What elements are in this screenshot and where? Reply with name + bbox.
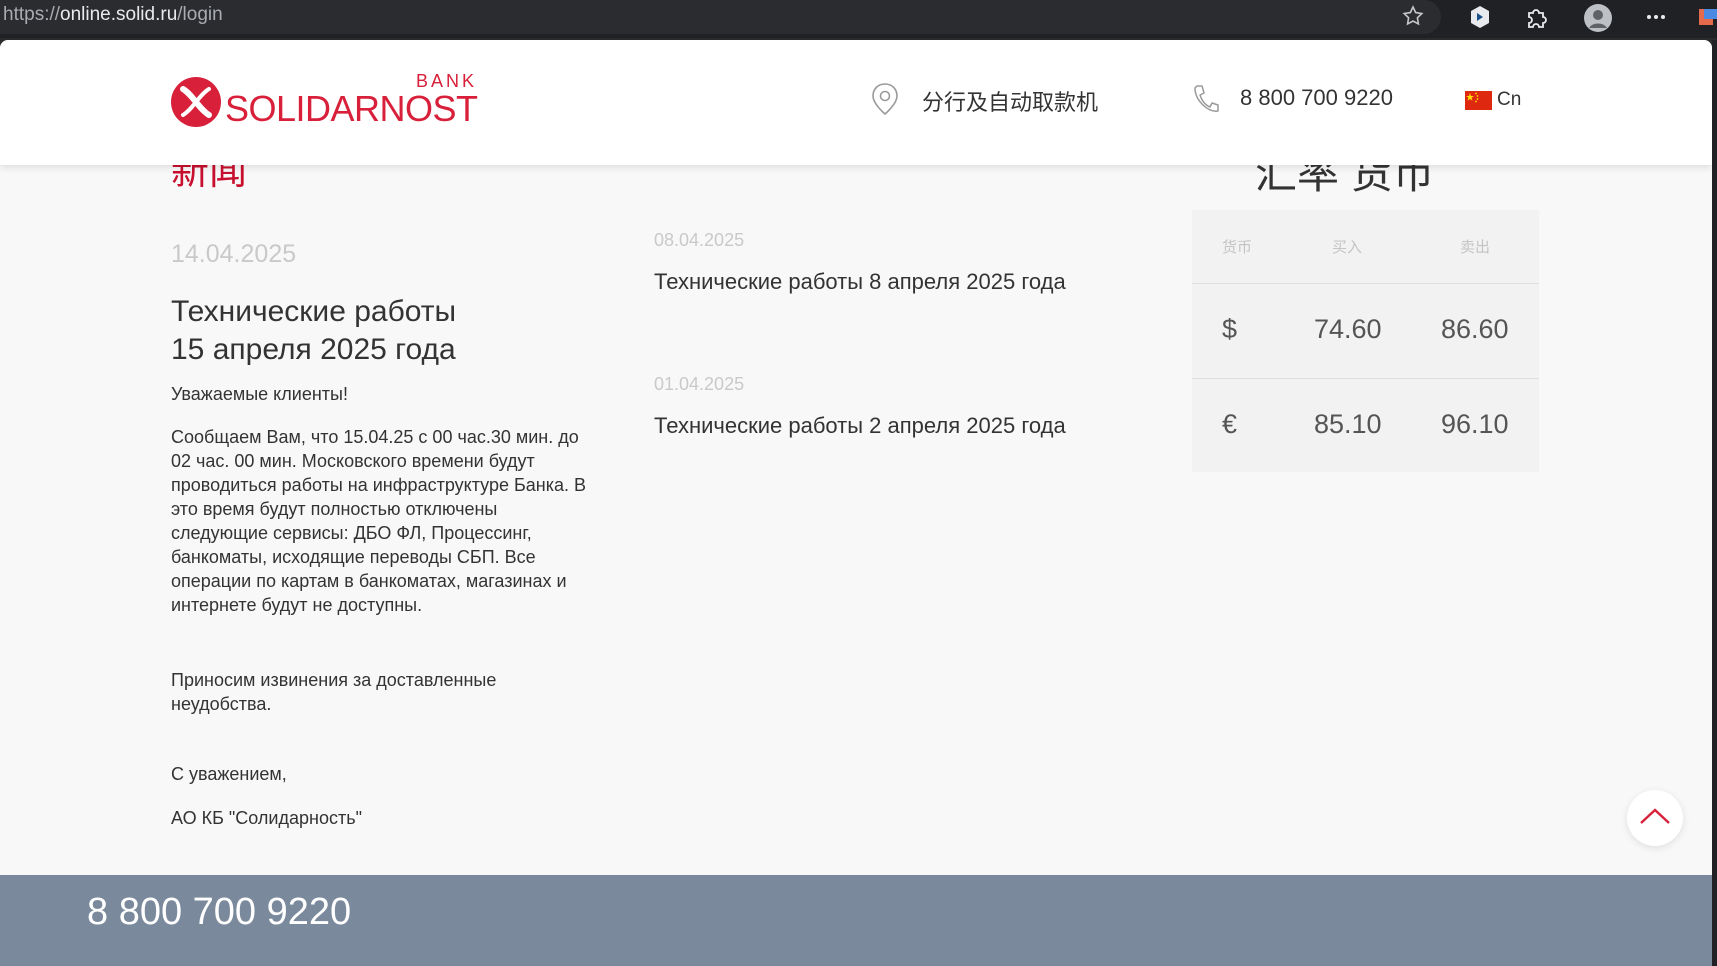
news-greeting: Уважаемые клиенты!	[171, 384, 348, 404]
web-page: BANK SOLIDARNOST 分行及自动取款机 8 800 700 9220…	[0, 40, 1712, 966]
phone-icon	[1194, 85, 1219, 112]
site-header: BANK SOLIDARNOST 分行及自动取款机 8 800 700 9220…	[0, 40, 1712, 165]
logo-name-text: SOLIDARNOST	[225, 88, 478, 129]
url-text[interactable]: https://online.solid.ru/login	[3, 4, 223, 26]
window-edge	[1712, 40, 1717, 966]
star-icon[interactable]	[1401, 4, 1425, 28]
copilot-icon[interactable]	[1695, 3, 1717, 31]
currency-symbol: $	[1222, 314, 1238, 344]
bank-logo[interactable]: BANK SOLIDARNOST	[171, 71, 491, 131]
address-bar[interactable]: https://online.solid.ru/login	[0, 0, 1441, 34]
main-news-date: 14.04.2025	[171, 240, 297, 268]
header-phone[interactable]: 8 800 700 9220	[1240, 85, 1393, 111]
browser-toolbar: https://online.solid.ru/login	[0, 0, 1717, 38]
chevron-up-icon	[1640, 808, 1670, 824]
news-item-date: 08.04.2025	[654, 230, 745, 250]
puzzle-icon[interactable]	[1522, 3, 1550, 31]
column-currency: 货币	[1222, 239, 1253, 256]
china-flag-icon[interactable]	[1465, 91, 1492, 110]
table-row: € 85.10 96.10	[1192, 379, 1539, 473]
profile-icon[interactable]	[1583, 3, 1613, 33]
rates-table-header: 货币 买入 卖出	[1192, 210, 1539, 284]
news-item-title[interactable]: Технические работы 2 апреля 2025 года	[654, 411, 1074, 440]
sell-rate: 96.10	[1441, 409, 1509, 439]
sell-rate: 86.60	[1441, 314, 1509, 344]
scroll-to-top-button[interactable]	[1627, 790, 1683, 846]
news-signature: АО КБ "Солидарность"	[171, 808, 362, 828]
buy-rate: 74.60	[1314, 314, 1382, 344]
news-apology: Приносим извинения за доставленные неудо…	[171, 670, 497, 714]
table-row: $ 74.60 86.60	[1192, 284, 1539, 379]
news-paragraph: Сообщаем Вам, что 15.04.25 с 00 час.30 м…	[171, 427, 587, 615]
news-regards: С уважением,	[171, 764, 287, 784]
logo-mark-icon	[171, 77, 221, 127]
column-sell: 卖出	[1460, 239, 1491, 256]
currency-symbol: €	[1222, 409, 1238, 439]
column-buy: 买入	[1332, 239, 1363, 256]
branches-atm-link[interactable]: 分行及自动取款机	[922, 85, 1098, 117]
location-pin-icon	[872, 83, 898, 116]
extension-icon[interactable]	[1466, 3, 1494, 31]
site-footer: 8 800 700 9220	[0, 875, 1712, 966]
news-item-title[interactable]: Технические работы 8 апреля 2025 года	[654, 267, 1074, 296]
buy-rate: 85.10	[1314, 409, 1382, 439]
exchange-rates-table: 货币 买入 卖出 $ 74.60 86.60 € 85.10 96.10	[1192, 210, 1539, 472]
news-item-date: 01.04.2025	[654, 374, 745, 394]
language-selector[interactable]: Cn	[1497, 89, 1521, 111]
footer-phone[interactable]: 8 800 700 9220	[87, 891, 351, 934]
more-icon[interactable]	[1642, 3, 1670, 31]
main-news-title[interactable]: Технические работы 15 апреля 2025 года	[171, 293, 591, 369]
